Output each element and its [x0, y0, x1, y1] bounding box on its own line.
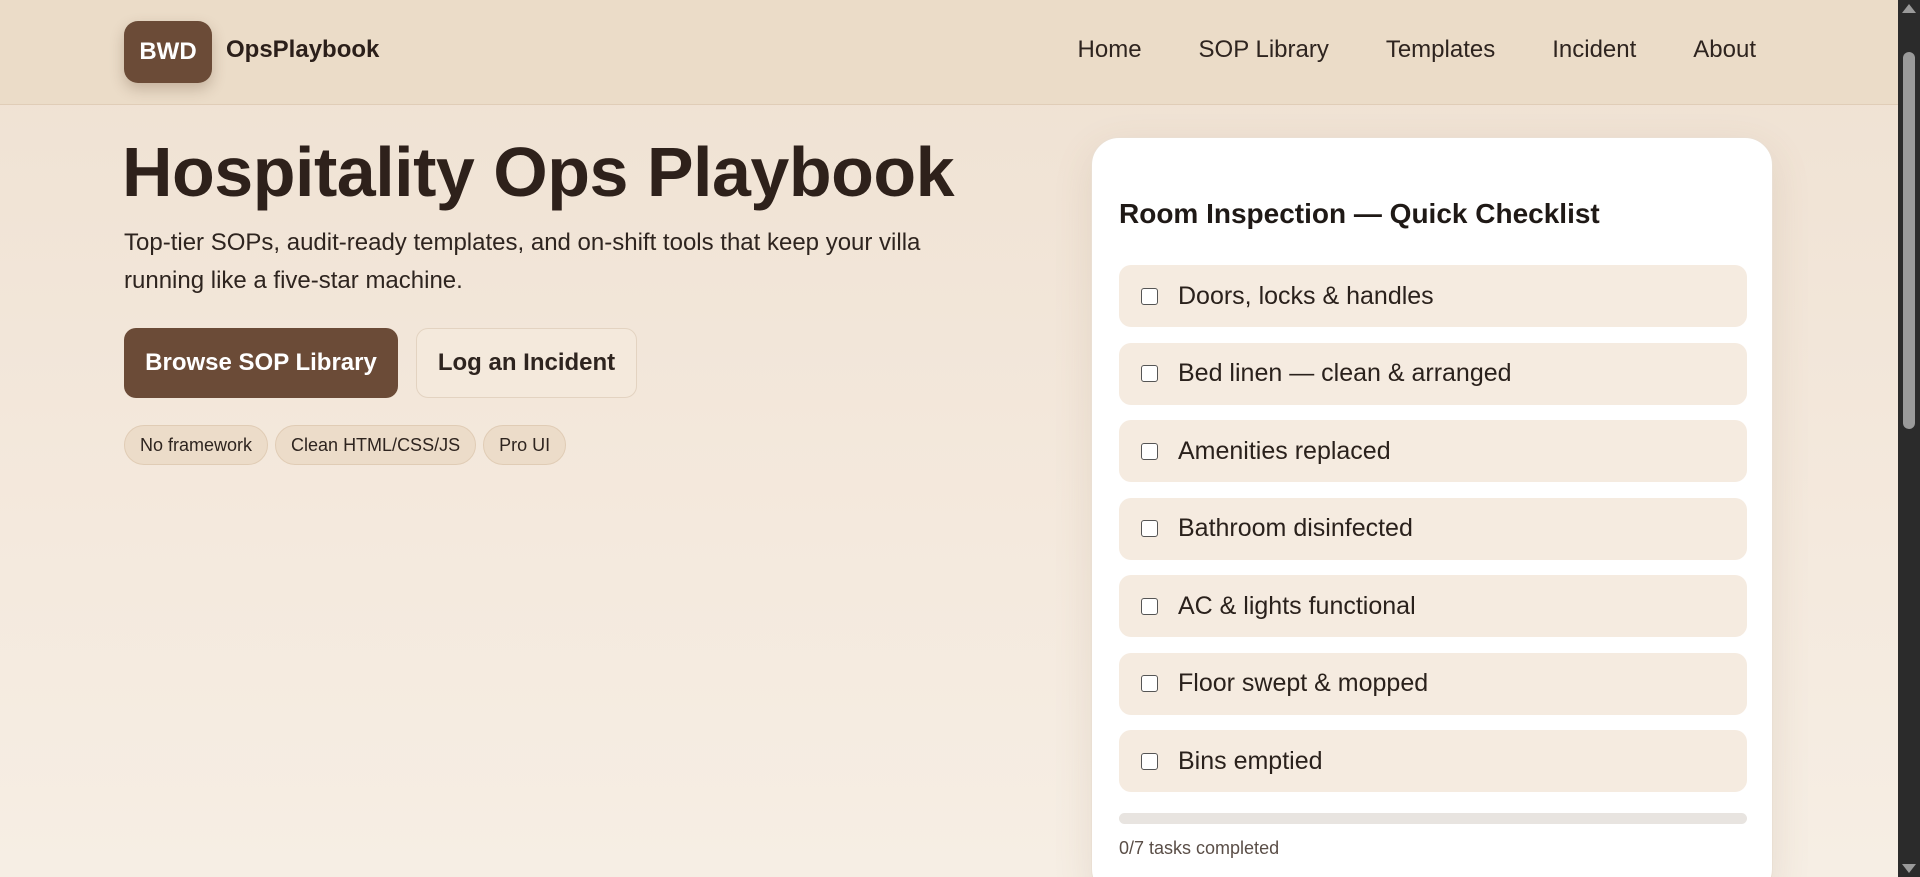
checklist-item-label: Doors, locks & handles	[1178, 281, 1434, 310]
progress-text: 0/7 tasks completed	[1119, 838, 1280, 858]
chip-pro-ui: Pro UI	[483, 425, 567, 465]
nav-about[interactable]: About	[1693, 36, 1756, 64]
scroll-thumb[interactable]	[1903, 52, 1915, 429]
nav-templates[interactable]: Templates	[1386, 36, 1495, 64]
checklist-item[interactable]: Floor swept & mopped	[1119, 652, 1747, 715]
checklist-item-label: Bed linen — clean & arranged	[1178, 359, 1512, 387]
scrollbar[interactable]	[1898, 0, 1920, 877]
progress-bar	[1119, 813, 1747, 824]
checklist-item-label: Bins emptied	[1178, 746, 1323, 775]
checklist-items: Doors, locks & handles Bed linen — clean…	[1119, 265, 1747, 808]
checkbox[interactable]	[1141, 287, 1158, 305]
checklist-item[interactable]: Bathroom disinfected	[1119, 497, 1747, 560]
logo-badge[interactable]: BWD	[124, 21, 212, 83]
scroll-up-arrow-icon[interactable]	[1902, 4, 1916, 13]
checkbox[interactable]	[1141, 597, 1158, 615]
checkbox[interactable]	[1141, 442, 1158, 460]
browse-sop-library-button[interactable]: Browse SOP Library	[124, 328, 398, 398]
hero-subtitle: Top-tier SOPs, audit-ready templates, an…	[124, 229, 921, 294]
nav-home[interactable]: Home	[1078, 36, 1142, 64]
nav-sop-library[interactable]: SOP Library	[1199, 36, 1329, 64]
checklist-item[interactable]: AC & lights functional	[1119, 575, 1747, 637]
site-header: BWD OpsPlaybook Home SOP Library Templat…	[0, 0, 1898, 105]
checkbox[interactable]	[1141, 365, 1158, 382]
checklist-item[interactable]: Amenities replaced	[1119, 420, 1747, 482]
main-nav: Home SOP Library Templates Incident Abou…	[1078, 36, 1756, 64]
hero-title: Hospitality Ops Playbook	[122, 133, 955, 211]
checklist-item[interactable]: Bed linen — clean & arranged	[1119, 342, 1747, 405]
checklist-item-label: Bathroom disinfected	[1178, 514, 1413, 542]
chip-clean-html: Clean HTML/CSS/JS	[275, 425, 477, 465]
brand-name[interactable]: OpsPlaybook	[226, 36, 379, 64]
checkbox[interactable]	[1141, 675, 1158, 692]
checklist-item-label: Amenities replaced	[1178, 436, 1391, 465]
log-incident-button[interactable]: Log an Incident	[416, 328, 637, 398]
checklist-item-label: Floor swept & mopped	[1178, 669, 1429, 697]
checklist-item[interactable]: Doors, locks & handles	[1119, 265, 1747, 327]
checklist-title: Room Inspection — Quick Checklist	[1119, 198, 1600, 229]
checklist-item[interactable]: Bins emptied	[1119, 730, 1747, 792]
chip-no-framework: No framework	[124, 425, 269, 465]
checklist-card: Room Inspection — Quick Checklist Doors,…	[1091, 137, 1773, 877]
checklist-item-label: AC & lights functional	[1178, 591, 1416, 620]
feature-chips: No framework Clean HTML/CSS/JS Pro UI	[124, 425, 567, 465]
checkbox[interactable]	[1141, 520, 1158, 537]
page: BWD OpsPlaybook Home SOP Library Templat…	[0, 0, 1898, 877]
scroll-down-arrow-icon[interactable]	[1902, 864, 1916, 873]
checkbox[interactable]	[1141, 752, 1158, 770]
nav-incident[interactable]: Incident	[1552, 36, 1636, 64]
